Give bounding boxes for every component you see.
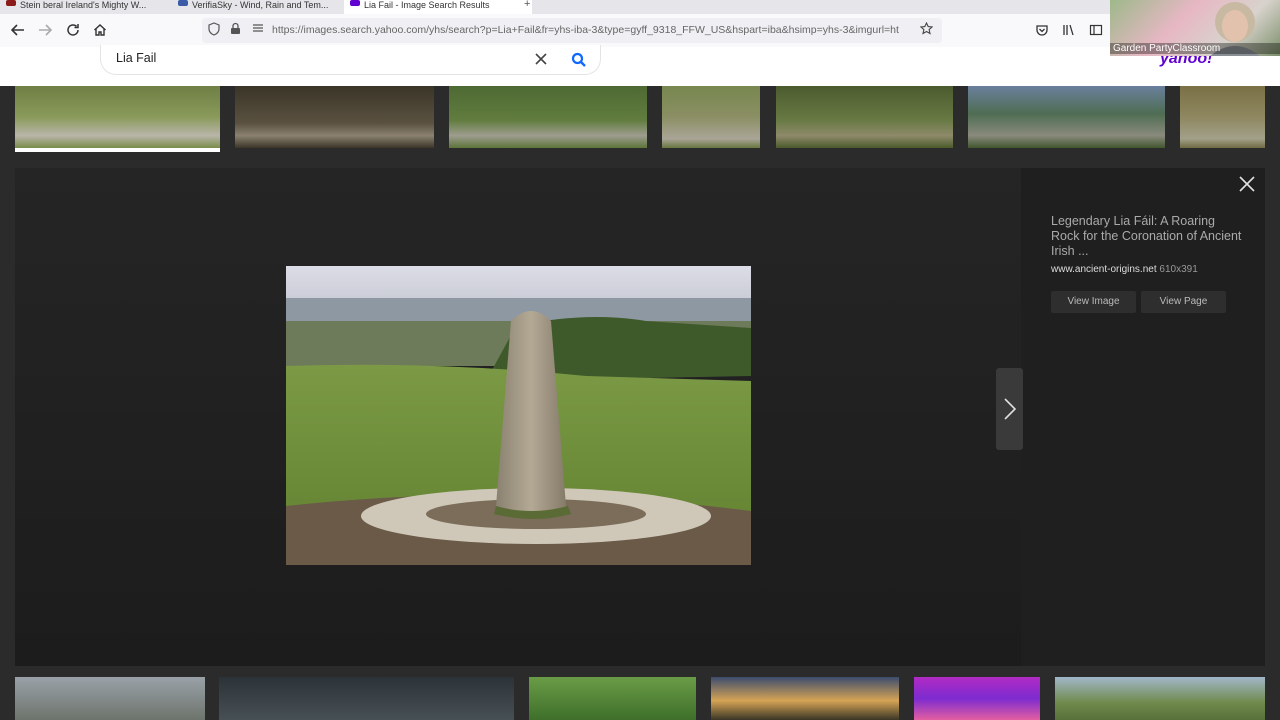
tab-1[interactable]: Stein beral Ireland's Mighty W...: [0, 0, 190, 14]
url-text[interactable]: https://images.search.yahoo.com/yhs/sear…: [272, 24, 912, 36]
thumbnail-image[interactable]: [15, 677, 205, 720]
thumbnail-image[interactable]: [662, 86, 760, 148]
pocket-icon: [1036, 25, 1048, 36]
tab-label: Stein beral Ireland's Mighty W...: [20, 0, 147, 10]
address-bar[interactable]: https://images.search.yahoo.com/yhs/sear…: [202, 18, 942, 43]
thumbnail-image[interactable]: [968, 86, 1165, 148]
close-icon: [535, 53, 547, 65]
thumbnail-image[interactable]: [711, 677, 899, 720]
sidebar-button[interactable]: [1084, 18, 1108, 42]
source-domain[interactable]: www.ancient-origins.net: [1051, 264, 1157, 275]
close-viewer-button[interactable]: [1235, 174, 1259, 198]
view-page-button[interactable]: View Page: [1141, 291, 1226, 313]
thumbnail-image[interactable]: [914, 677, 1040, 720]
thumbnail-image[interactable]: [219, 677, 514, 720]
search-input[interactable]: Lia Fail: [116, 51, 156, 65]
bookmark-star-icon[interactable]: [919, 21, 934, 38]
standing-stone-photo: [286, 266, 751, 565]
view-image-button[interactable]: View Image: [1051, 291, 1136, 313]
image-title[interactable]: Legendary Lia Fáil: A Roaring Rock for t…: [1051, 214, 1246, 259]
thumbnail-image[interactable]: [449, 86, 647, 148]
thumbnail-image[interactable]: [1180, 86, 1265, 148]
library-button[interactable]: [1057, 18, 1081, 42]
library-icon: [1063, 24, 1074, 36]
tab-label: VerifiaSky - Wind, Rain and Tem...: [192, 0, 329, 10]
clear-search-button[interactable]: [531, 47, 551, 71]
navigation-bar: https://images.search.yahoo.com/yhs/sear…: [0, 14, 1280, 47]
image-dimensions: 610x391: [1159, 264, 1198, 275]
thumbnail-image[interactable]: [1055, 677, 1265, 720]
search-box[interactable]: Lia Fail: [100, 45, 601, 75]
tab-2[interactable]: VerifiaSky - Wind, Rain and Tem...: [172, 0, 362, 14]
thumbnail-image[interactable]: [529, 677, 696, 720]
tab-label: Lia Fail - Image Search Results: [364, 0, 490, 10]
thumbnail-image[interactable]: [235, 86, 434, 148]
search-header: Lia Fail yahoo!: [0, 45, 1280, 86]
arrow-left-icon: [11, 24, 24, 36]
reload-icon: [67, 24, 79, 36]
home-button[interactable]: [88, 18, 112, 42]
chevron-right-icon: [1003, 398, 1016, 420]
home-icon: [94, 24, 106, 36]
tab-favicon: [178, 0, 188, 6]
webcam-label: Garden PartyClassroom: [1110, 43, 1280, 54]
search-icon: [571, 52, 586, 67]
sidebar-icon: [1089, 24, 1103, 36]
thumbnail-strip: [0, 86, 1280, 167]
search-button[interactable]: [571, 49, 591, 69]
pocket-button[interactable]: [1030, 18, 1054, 42]
reload-button[interactable]: [61, 18, 85, 42]
tab-favicon: [6, 0, 16, 6]
permissions-icon[interactable]: [252, 22, 264, 37]
shield-icon[interactable]: [208, 22, 220, 39]
image-stage: [15, 168, 1023, 666]
arrow-right-icon: [39, 24, 52, 36]
webcam-overlay: Garden PartyClassroom: [1110, 0, 1280, 56]
thumbnail-image[interactable]: [776, 86, 953, 148]
next-image-button[interactable]: [996, 368, 1023, 450]
tab-bar: Stein beral Ireland's Mighty W... Verifi…: [0, 0, 1280, 14]
preview-image[interactable]: [286, 266, 751, 565]
bottom-thumbnail-strip: [0, 677, 1280, 720]
tab-3[interactable]: Lia Fail - Image Search Results: [344, 0, 532, 14]
thumbnail-image[interactable]: [15, 86, 220, 152]
image-source: www.ancient-origins.net 610x391: [1051, 264, 1198, 275]
back-button[interactable]: [6, 18, 30, 42]
image-viewer: Legendary Lia Fáil: A Roaring Rock for t…: [15, 168, 1265, 666]
new-tab-button[interactable]: +: [524, 0, 530, 10]
lock-icon[interactable]: [230, 22, 241, 38]
tab-favicon: [350, 0, 360, 6]
close-icon: [1239, 176, 1255, 192]
forward-button[interactable]: [33, 18, 57, 42]
